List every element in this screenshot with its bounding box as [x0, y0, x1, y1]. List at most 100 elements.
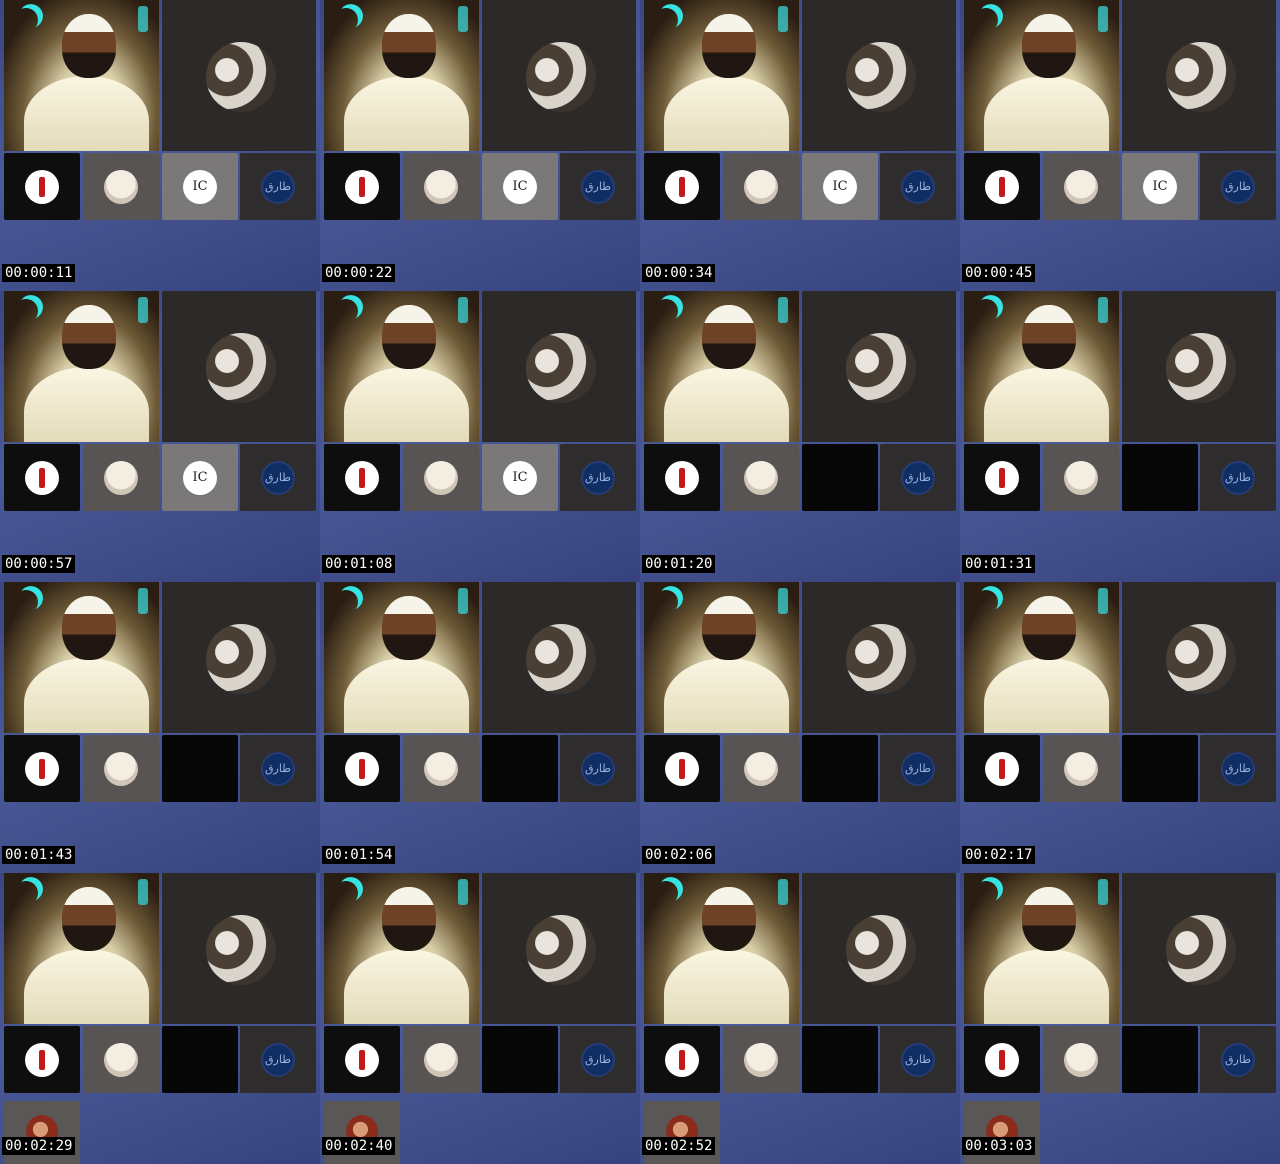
participant-tile-tariq[interactable]: طارق	[240, 444, 316, 511]
participant-tile-child-avatar[interactable]	[83, 153, 159, 220]
participant-tile-ic[interactable]: IC	[482, 444, 558, 511]
lantern-decoration	[138, 588, 148, 614]
participant-tile-tie-logo[interactable]	[4, 735, 80, 802]
participant-tile[interactable]	[482, 582, 636, 733]
participant-tile-ic[interactable]	[1122, 735, 1198, 802]
participant-tile-tie-logo[interactable]	[4, 444, 80, 511]
participant-tile-ic[interactable]	[1122, 1026, 1198, 1093]
participant-tile-ic[interactable]: IC	[482, 153, 558, 220]
participant-tile-tariq[interactable]: طارق	[560, 444, 636, 511]
participant-tile-tariq[interactable]: طارق	[560, 1026, 636, 1093]
speaker-video[interactable]	[644, 0, 799, 151]
participant-tile-child-avatar[interactable]	[403, 444, 479, 511]
participant-tile-ic[interactable]	[802, 444, 878, 511]
participant-tile[interactable]	[482, 291, 636, 442]
participant-tile-ic[interactable]	[802, 735, 878, 802]
participant-tile-tie-logo[interactable]	[324, 735, 400, 802]
speaker-video[interactable]	[324, 873, 479, 1024]
speaker-video[interactable]	[4, 0, 159, 151]
participant-tile-tariq[interactable]: طارق	[240, 1026, 316, 1093]
participant-tile-child-avatar[interactable]	[1043, 735, 1119, 802]
participant-tile-ic[interactable]	[482, 1026, 558, 1093]
participant-tile-ic[interactable]	[482, 735, 558, 802]
speaker-video[interactable]	[644, 291, 799, 442]
participant-tile[interactable]	[1122, 0, 1276, 151]
participant-tile[interactable]	[802, 873, 956, 1024]
speaker-video[interactable]	[644, 873, 799, 1024]
participant-tile-tie-logo[interactable]	[964, 153, 1040, 220]
participant-tile-ic[interactable]: IC	[162, 153, 238, 220]
speaker-video[interactable]	[4, 582, 159, 733]
participant-tile-tie-logo[interactable]	[964, 1026, 1040, 1093]
participant-tile-child-avatar[interactable]	[83, 1026, 159, 1093]
participant-tile[interactable]	[802, 291, 956, 442]
participant-tile[interactable]	[802, 582, 956, 733]
participant-tile-tie-logo[interactable]	[644, 444, 720, 511]
participant-tile[interactable]	[1122, 582, 1276, 733]
participant-tile[interactable]	[1122, 873, 1276, 1024]
speaker-video[interactable]	[644, 582, 799, 733]
speaker-video[interactable]	[4, 873, 159, 1024]
participant-tile[interactable]	[802, 0, 956, 151]
participant-tile-child-avatar[interactable]	[723, 153, 799, 220]
participant-tile[interactable]	[482, 0, 636, 151]
participant-tile-tariq[interactable]: طارق	[560, 153, 636, 220]
participant-tile-child-avatar[interactable]	[403, 735, 479, 802]
participant-tile-tariq[interactable]: طارق	[240, 153, 316, 220]
participant-tile-ic[interactable]	[1122, 444, 1198, 511]
participant-tile-tie-logo[interactable]	[4, 1026, 80, 1093]
participant-tile-child-avatar[interactable]	[1043, 153, 1119, 220]
participant-tile-child-avatar[interactable]	[83, 735, 159, 802]
participant-tile-child-avatar[interactable]	[403, 153, 479, 220]
participant-tile-tariq[interactable]: طارق	[240, 735, 316, 802]
participant-tile-tariq[interactable]: طارق	[880, 735, 956, 802]
participant-tile-tariq[interactable]: طارق	[1200, 444, 1276, 511]
participant-tile-tie-logo[interactable]	[644, 1026, 720, 1093]
speaker-video[interactable]	[324, 0, 479, 151]
participant-tile-tariq[interactable]: طارق	[1200, 1026, 1276, 1093]
participant-tile-tariq[interactable]: طارق	[880, 1026, 956, 1093]
speaker-head	[62, 14, 116, 78]
participant-tile-child-avatar[interactable]	[403, 1026, 479, 1093]
speaker-video[interactable]	[4, 291, 159, 442]
participant-tile-ic[interactable]	[802, 1026, 878, 1093]
participant-tile-tariq[interactable]: طارق	[1200, 153, 1276, 220]
participant-tile-child-avatar[interactable]	[723, 444, 799, 511]
speaker-video[interactable]	[964, 291, 1119, 442]
participant-tile[interactable]	[162, 291, 316, 442]
participant-tile-tariq[interactable]: طارق	[880, 444, 956, 511]
participant-tile[interactable]	[482, 873, 636, 1024]
participant-tile-tariq[interactable]: طارق	[880, 153, 956, 220]
participant-tile-tariq[interactable]: طارق	[1200, 735, 1276, 802]
speaker-video[interactable]	[964, 873, 1119, 1024]
participant-tile-tie-logo[interactable]	[324, 444, 400, 511]
participant-tile-ic[interactable]	[162, 1026, 238, 1093]
participant-tile-child-avatar[interactable]	[723, 735, 799, 802]
participant-tile-child-avatar[interactable]	[1043, 1026, 1119, 1093]
participant-tile[interactable]	[162, 873, 316, 1024]
participant-tile-tie-logo[interactable]	[644, 153, 720, 220]
participant-tile-tie-logo[interactable]	[964, 444, 1040, 511]
participant-tile-tie-logo[interactable]	[644, 735, 720, 802]
participant-tile[interactable]	[1122, 291, 1276, 442]
participant-tile[interactable]	[162, 0, 316, 151]
participant-tile-tie-logo[interactable]	[4, 153, 80, 220]
speaker-video[interactable]	[964, 0, 1119, 151]
participant-tile[interactable]	[162, 582, 316, 733]
participant-tile-child-avatar[interactable]	[83, 444, 159, 511]
speaker-video[interactable]	[324, 582, 479, 733]
participant-tile-ic[interactable]: IC	[1122, 153, 1198, 220]
participant-tile-ic[interactable]	[162, 735, 238, 802]
participant-tile-tie-logo[interactable]	[964, 735, 1040, 802]
participant-tile-ic[interactable]: IC	[162, 444, 238, 511]
speaker-video[interactable]	[324, 291, 479, 442]
participant-tile-tariq[interactable]: طارق	[560, 735, 636, 802]
participant-tile-child-avatar[interactable]	[723, 1026, 799, 1093]
participant-tile-child-avatar[interactable]	[1043, 444, 1119, 511]
speaker-video[interactable]	[964, 582, 1119, 733]
participant-tile-tie-logo[interactable]	[324, 1026, 400, 1093]
tie-logo-icon	[345, 751, 379, 786]
tariq-logo-text: طارق	[1225, 470, 1251, 484]
participant-tile-ic[interactable]: IC	[802, 153, 878, 220]
participant-tile-tie-logo[interactable]	[324, 153, 400, 220]
